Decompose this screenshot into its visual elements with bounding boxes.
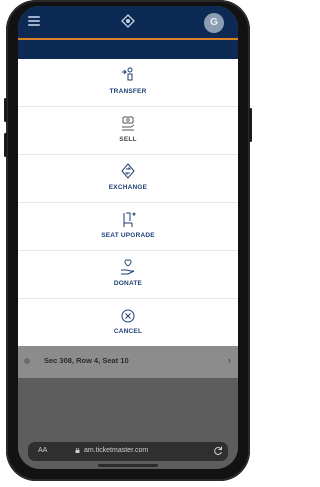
url-text[interactable]: am.ticketmaster.com [84,447,148,454]
transfer-icon [122,67,133,81]
ticket-seat-row[interactable]: Sec 308, Row 4, Seat 10 › [18,346,238,378]
donate-option[interactable]: DONATE [18,251,238,299]
ticket-actions-sheet: TRANSFER SELL EXCHANGE SEAT UPGRADE DONA… [18,59,238,346]
avatar[interactable]: G [204,13,224,33]
sell-label: SELL [119,136,137,143]
cancel-icon [121,309,135,323]
exchange-label: EXCHANGE [108,184,148,191]
seat-info: Sec 308, Row 4, Seat 10 [44,356,129,365]
reload-icon[interactable] [212,445,224,457]
menu-icon[interactable] [28,16,40,26]
cancel-option[interactable]: CANCEL [18,299,238,346]
volume-down-button [4,133,7,157]
lock-icon [75,448,80,453]
chevron-right-icon: › [228,355,231,365]
seat-dot-icon [24,358,30,364]
seat-upgrade-icon [123,212,136,227]
exchange-option[interactable]: EXCHANGE [18,155,238,203]
text-size-button[interactable]: AA [38,447,47,454]
sell-icon [122,116,135,131]
transfer-option[interactable]: TRANSFER [18,59,238,107]
app-top-bar: G [18,6,238,38]
power-button [249,108,252,142]
cancel-label: CANCEL [113,328,143,335]
seat-upgrade-label: SEAT UPGRADE [101,232,155,239]
sell-option[interactable]: SELL [18,107,238,155]
donate-icon [121,259,135,275]
team-logo-icon [121,14,135,28]
transfer-label: TRANSFER [109,88,147,95]
exchange-icon [121,163,135,179]
browser-address-bar[interactable]: AA am.ticketmaster.com [28,442,228,461]
donate-label: DONATE [113,280,143,287]
seat-upgrade-option[interactable]: SEAT UPGRADE [18,203,238,251]
phone-screen: G TRANSFER SELL EXCHANGE SEAT UPGRADE DO… [18,6,238,469]
volume-up-button [4,98,7,122]
home-indicator[interactable] [98,464,158,467]
